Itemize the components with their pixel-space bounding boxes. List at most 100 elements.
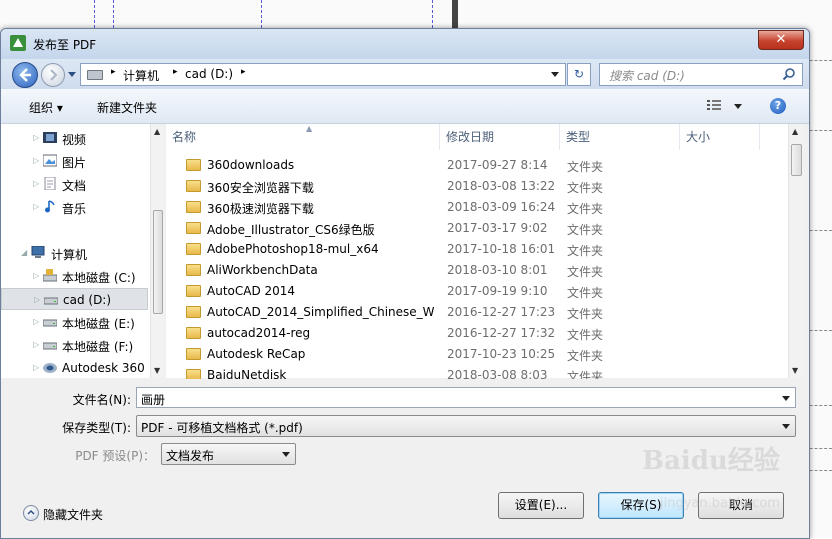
- back-button[interactable]: [12, 62, 38, 88]
- list-item[interactable]: AliWorkbenchData 2018-03-10 8:01 文件夹: [182, 260, 786, 281]
- address-dropdown[interactable]: [551, 72, 559, 77]
- help-button[interactable]: ?: [770, 98, 786, 114]
- folder-icon: [186, 222, 201, 234]
- arrow-right-icon: [50, 69, 58, 81]
- nav-label: 计算机: [51, 248, 88, 262]
- breadcrumb-separator[interactable]: ▸: [111, 67, 116, 77]
- scroll-thumb[interactable]: [153, 210, 163, 314]
- nav-item-drive-c[interactable]: ▷ 本地磁盘 (C:): [1, 265, 148, 287]
- nav-item-drive-d[interactable]: ▷ cad (D:): [1, 288, 148, 310]
- nav-item-autodesk-360[interactable]: ▷ Autodesk 360: [1, 357, 148, 379]
- expand-arrow-icon[interactable]: ▷: [33, 156, 39, 165]
- filetype-label: 保存类型(T):: [62, 421, 131, 435]
- list-item[interactable]: 360极速浏览器下载 2018-03-09 16:24 文件夹: [182, 197, 786, 218]
- list-item[interactable]: Adobe_Illustrator_CS6绿色版 2017-03-17 9:02 文…: [182, 218, 786, 239]
- expand-arrow-icon[interactable]: ▷: [33, 271, 39, 280]
- list-item[interactable]: AutoCAD_2014_Simplified_Chinese_Wi... 201…: [182, 302, 786, 323]
- file-date: 2017-09-19 9:10: [447, 284, 548, 298]
- nav-item-pictures[interactable]: ▷ 图片: [1, 150, 148, 172]
- expand-arrow-icon[interactable]: ▷: [33, 133, 39, 142]
- nav-label: 文档: [62, 179, 87, 193]
- file-name: AdobePhotoshop18-mul_x64: [207, 242, 379, 256]
- pdf-preset-select[interactable]: 文档发布: [161, 443, 296, 465]
- column-label: 修改日期: [446, 130, 495, 144]
- search-input[interactable]: 搜索 cad (D:): [599, 63, 803, 86]
- list-item[interactable]: 360downloads 2017-09-27 8:14 文件夹: [182, 155, 786, 176]
- expand-arrow-icon[interactable]: ▷: [33, 179, 39, 188]
- title-bar: 发布至 PDF ✕: [1, 29, 809, 59]
- file-name: AutoCAD_2014_Simplified_Chinese_Wi...: [207, 305, 435, 319]
- nav-item-drive-f[interactable]: ▷ 本地磁盘 (F:): [1, 334, 148, 356]
- file-type: 文件夹: [567, 244, 604, 258]
- scroll-down-icon[interactable]: ▼: [154, 366, 160, 375]
- list-item[interactable]: AdobePhotoshop18-mul_x64 2017-10-18 16:01…: [182, 239, 786, 260]
- breadcrumb-separator[interactable]: ▸: [241, 67, 246, 77]
- save-form: 文件名(N): 画册 保存类型(T): PDF - 可移植文档格式 (*.pdf…: [1, 379, 809, 538]
- breadcrumb-computer[interactable]: 计算机: [123, 67, 159, 84]
- file-type: 文件夹: [567, 181, 604, 195]
- hide-folders-label[interactable]: 隐藏文件夹: [43, 506, 103, 523]
- nav-item-documents[interactable]: ▷ 文档: [1, 173, 148, 195]
- nav-item-drive-e[interactable]: ▷ 本地磁盘 (E:): [1, 311, 148, 333]
- column-header-name[interactable]: 名称 ▲: [166, 124, 440, 150]
- expand-arrow-icon[interactable]: ▷: [34, 295, 40, 304]
- hide-folders-toggle[interactable]: [23, 505, 39, 521]
- arrow-left-icon: [19, 68, 31, 82]
- forward-button[interactable]: [41, 63, 65, 87]
- pdf-publish-icon: [10, 35, 26, 51]
- list-item[interactable]: AutoCAD 2014 2017-09-19 9:10 文件夹: [182, 281, 786, 302]
- chevron-down-icon[interactable]: [782, 396, 790, 401]
- chevron-down-icon[interactable]: [282, 452, 290, 457]
- file-date: 2016-12-27 17:23: [447, 305, 556, 319]
- refresh-button[interactable]: ↻: [567, 63, 591, 86]
- column-header-size[interactable]: 大小: [680, 124, 760, 150]
- expand-arrow-icon[interactable]: ▷: [33, 202, 39, 211]
- expand-arrow-icon[interactable]: ▷: [33, 317, 39, 326]
- filetype-select[interactable]: PDF - 可移植文档格式 (*.pdf): [136, 415, 796, 437]
- scroll-up-icon[interactable]: ▲: [154, 127, 160, 136]
- scroll-down-icon[interactable]: ▼: [792, 366, 798, 375]
- file-type: 文件夹: [567, 286, 604, 300]
- list-item[interactable]: 360安全浏览器下载 2018-03-08 13:22 文件夹: [182, 176, 786, 197]
- settings-button[interactable]: 设置(E)...: [498, 492, 584, 519]
- recent-locations-dropdown[interactable]: [68, 72, 76, 77]
- expand-arrow-icon[interactable]: ▷: [33, 363, 39, 372]
- nav-item-videos[interactable]: ▷ 视频: [1, 127, 148, 149]
- list-item[interactable]: Autodesk ReCap 2017-10-23 10:25 文件夹: [182, 344, 786, 365]
- breadcrumb-cad-drive[interactable]: cad (D:): [185, 67, 233, 81]
- column-label: 大小: [686, 130, 711, 144]
- file-name: autocad2014-reg: [207, 326, 311, 340]
- file-date: 2016-12-27 17:32: [447, 326, 556, 340]
- nav-label: 本地磁盘 (E:): [62, 317, 135, 331]
- view-dropdown[interactable]: [734, 104, 742, 109]
- list-item[interactable]: autocad2014-reg 2016-12-27 17:32 文件夹: [182, 323, 786, 344]
- chevron-down-icon[interactable]: [782, 424, 790, 429]
- nav-item-music[interactable]: ▷ 音乐: [1, 196, 148, 218]
- expand-arrow-icon[interactable]: ▷: [33, 340, 39, 349]
- file-name: 360downloads: [207, 158, 295, 172]
- collapse-arrow-icon[interactable]: ◢: [21, 248, 27, 257]
- computer-icon: [31, 246, 45, 258]
- file-date: 2018-03-08 13:22: [447, 179, 556, 193]
- save-button[interactable]: 保存(S): [598, 492, 684, 519]
- breadcrumb-separator[interactable]: ▸: [173, 67, 178, 77]
- scroll-thumb[interactable]: [791, 144, 802, 176]
- column-header-date[interactable]: 修改日期: [440, 124, 560, 150]
- list-scrollbar[interactable]: ▲ ▼: [788, 124, 804, 378]
- filename-input[interactable]: 画册: [136, 387, 796, 408]
- background-bar: [452, 0, 458, 30]
- nav-scrollbar[interactable]: ▲ ▼: [150, 124, 165, 378]
- refresh-icon: ↻: [573, 67, 585, 81]
- view-options-icon[interactable]: [707, 100, 721, 110]
- cancel-button[interactable]: 取消: [698, 492, 784, 519]
- pdf-preset-value: 文档发布: [166, 449, 215, 463]
- column-header-type[interactable]: 类型: [560, 124, 680, 150]
- new-folder-button[interactable]: 新建文件夹: [97, 99, 157, 116]
- address-bar[interactable]: ▸ 计算机 ▸ cad (D:) ▸: [80, 63, 566, 86]
- close-button[interactable]: ✕: [758, 30, 804, 50]
- organize-menu[interactable]: 组织 ▾: [29, 99, 63, 116]
- nav-label: Autodesk 360: [62, 361, 145, 375]
- nav-item-computer[interactable]: ◢ 计算机: [1, 242, 148, 264]
- scroll-up-icon[interactable]: ▲: [792, 127, 798, 136]
- search-icon[interactable]: [782, 67, 796, 81]
